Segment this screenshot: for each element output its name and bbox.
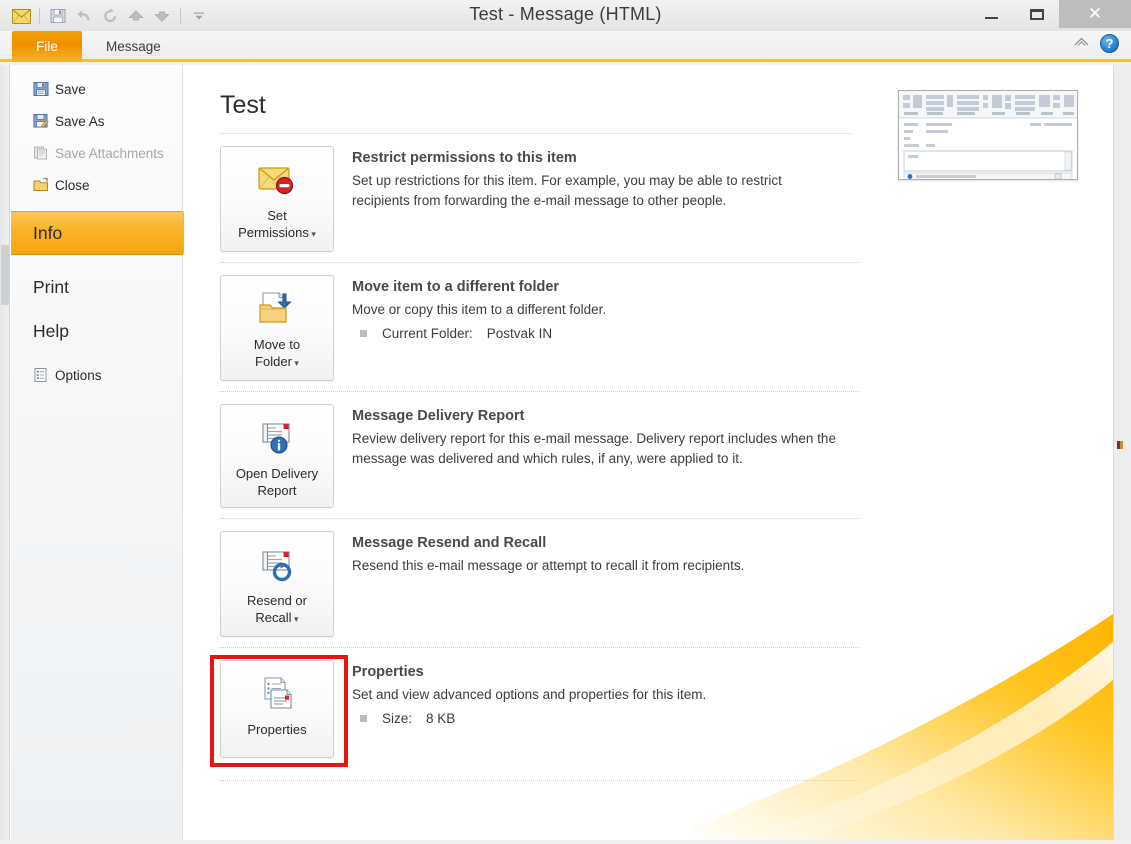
close-button[interactable]: ✕: [1059, 0, 1131, 28]
set-permissions-label: Set Permissions ▾: [238, 207, 316, 243]
section-delivery-report: Open Delivery Report Message Delivery Re…: [220, 392, 860, 519]
outlook-backstage-window: Test - Message (HTML) ✕ File Message ?: [0, 0, 1131, 844]
section-heading: Message Resend and Recall: [352, 535, 860, 551]
sidebar-item-options[interactable]: Options: [11, 359, 182, 391]
open-delivery-report-button[interactable]: Open Delivery Report: [220, 404, 334, 508]
section-heading: Restrict permissions to this item: [352, 150, 860, 166]
sidebar-item-save[interactable]: Save: [11, 73, 182, 105]
properties-button[interactable]: Properties: [220, 660, 334, 758]
maximize-icon: [1030, 9, 1044, 20]
minimize-icon: [985, 17, 998, 19]
window-title: Test - Message (HTML): [0, 4, 1131, 25]
close-folder-icon: [33, 177, 55, 193]
title-bar: Test - Message (HTML) ✕: [0, 0, 1131, 31]
page-title: Test: [220, 91, 266, 120]
sidebar-item-save-attachments: Save Attachments: [11, 137, 182, 169]
section-move-to-folder: Move to Folder ▾ Move item to a differen…: [220, 263, 860, 392]
scrollbar-marker[interactable]: [1116, 437, 1130, 447]
sidebar-item-print[interactable]: Print: [11, 265, 182, 309]
backstage-content: Test: [184, 65, 1113, 844]
section-text: Move item to a different folder Move or …: [352, 275, 860, 341]
tab-file[interactable]: File: [12, 31, 82, 62]
backstage-sidebar: Save Save As: [11, 65, 183, 844]
size-value: 8 KB: [426, 711, 455, 726]
size-row: Size: 8 KB: [352, 711, 860, 726]
section-heading: Move item to a different folder: [352, 279, 860, 295]
move-to-folder-icon: [255, 288, 299, 330]
section-restrict-permissions: Set Permissions ▾ Restrict permissions t…: [220, 134, 860, 263]
window-controls: ✕: [969, 0, 1131, 28]
maximize-button[interactable]: [1014, 0, 1059, 28]
info-sections: Set Permissions ▾ Restrict permissions t…: [220, 134, 860, 781]
section-description: Set up restrictions for this item. For e…: [352, 171, 842, 211]
current-folder-row: Current Folder: Postvak IN: [352, 326, 860, 341]
current-folder-value: Postvak IN: [487, 326, 552, 341]
set-permissions-button[interactable]: Set Permissions ▾: [220, 146, 334, 252]
restrict-permissions-icon: [254, 159, 300, 201]
sidebar-item-help[interactable]: Help: [11, 309, 182, 353]
dropdown-caret-icon[interactable]: ▾: [309, 229, 316, 239]
section-description: Set and view advanced options and proper…: [352, 685, 842, 705]
sidebar-item-label: Save Attachments: [55, 146, 164, 161]
section-heading: Message Delivery Report: [352, 408, 860, 424]
dropdown-caret-icon[interactable]: ▾: [292, 358, 299, 368]
resend-or-recall-label: Resend or Recall ▾: [247, 592, 307, 628]
sidebar-item-close[interactable]: Close: [11, 169, 182, 201]
section-description: Move or copy this item to a different fo…: [352, 300, 842, 320]
save-as-icon: [33, 113, 55, 129]
bullet-square-icon: [360, 715, 367, 722]
delivery-report-icon: [255, 417, 299, 459]
section-heading: Properties: [352, 664, 860, 680]
floppy-disk-icon: [33, 81, 55, 97]
ribbon-tools: ?: [1073, 34, 1119, 53]
left-rail-scroll-thumb[interactable]: [1, 245, 9, 305]
tab-message[interactable]: Message: [92, 31, 175, 62]
minimize-button[interactable]: [969, 0, 1014, 28]
sidebar-item-label: Save As: [55, 114, 105, 129]
properties-label: Properties: [247, 721, 306, 738]
section-text: Properties Set and view advanced options…: [352, 660, 860, 726]
move-to-folder-label: Move to Folder ▾: [254, 336, 300, 372]
bullet-square-icon: [360, 330, 367, 337]
move-to-folder-button[interactable]: Move to Folder ▾: [220, 275, 334, 381]
sidebar-item-label: Save: [55, 82, 86, 97]
minimize-ribbon-icon[interactable]: [1073, 35, 1090, 53]
sidebar-item-save-as[interactable]: Save As: [11, 105, 182, 137]
current-folder-label: Current Folder:: [382, 326, 473, 341]
section-text: Message Resend and Recall Resend this e-…: [352, 531, 860, 576]
attachments-icon: [33, 145, 55, 161]
sidebar-item-label: Help: [33, 321, 69, 342]
options-icon: [33, 367, 55, 383]
section-text: Restrict permissions to this item Set up…: [352, 146, 860, 211]
size-label: Size:: [382, 711, 412, 726]
ribbon-tab-strip: File Message ?: [0, 31, 1131, 62]
properties-icon: [255, 673, 299, 715]
sidebar-item-label: Print: [33, 277, 69, 298]
section-resend-recall: Resend or Recall ▾ Message Resend and Re…: [220, 519, 860, 648]
resend-or-recall-button[interactable]: Resend or Recall ▾: [220, 531, 334, 637]
open-delivery-report-label: Open Delivery Report: [236, 465, 318, 499]
window-bottom-edge: [0, 840, 1131, 844]
dropdown-caret-icon[interactable]: ▾: [292, 614, 299, 624]
sidebar-item-label: Close: [55, 178, 90, 193]
section-description: Review delivery report for this e-mail m…: [352, 429, 842, 469]
sidebar-item-info[interactable]: Info: [11, 211, 183, 255]
content-scrollbar[interactable]: [1113, 65, 1131, 844]
section-properties: Properties Properties Set and view advan…: [220, 648, 860, 781]
sidebar-item-label: Info: [33, 223, 62, 244]
resend-recall-icon: [255, 544, 299, 586]
section-text: Message Delivery Report Review delivery …: [352, 404, 860, 469]
sidebar-item-label: Options: [55, 368, 102, 383]
section-description: Resend this e-mail message or attempt to…: [352, 556, 842, 576]
left-window-rail: [0, 65, 10, 844]
message-preview-thumbnail[interactable]: [898, 90, 1078, 180]
help-icon[interactable]: ?: [1100, 34, 1119, 53]
backstage-view: Save Save As: [0, 65, 1131, 844]
